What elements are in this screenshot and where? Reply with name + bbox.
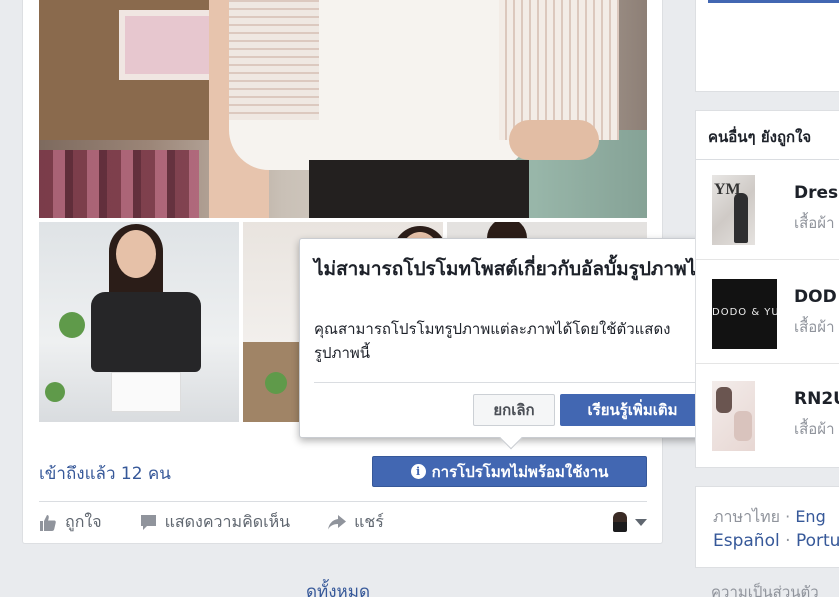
info-icon: i bbox=[410, 464, 426, 479]
suggested-page-item[interactable]: DODO & YU DOD เสื้อผ้า bbox=[696, 279, 839, 364]
page-category: เสื้อผ้า bbox=[794, 420, 835, 438]
popover-divider bbox=[314, 382, 706, 383]
promotion-unavailable-button[interactable]: i การโปรโมทไม่พร้อมใช้งาน bbox=[372, 456, 647, 487]
page-name[interactable]: DOD bbox=[794, 287, 837, 307]
post-actions: ถูกใจ แสดงความคิดเห็น แชร์ bbox=[39, 505, 647, 539]
comment-button[interactable]: แสดงความคิดเห็น bbox=[140, 510, 291, 535]
page-name[interactable]: Dres bbox=[794, 183, 838, 203]
suggested-pages-header: คนอื่นๆ ยังถูกใจ bbox=[708, 128, 812, 146]
cancel-button[interactable]: ยกเลิก bbox=[473, 394, 555, 426]
language-current: ภาษาไทย bbox=[713, 507, 781, 526]
popover-body: คุณสามารถโปรโมทรูปภาพแต่ละภาพได้โดยใช้ตั… bbox=[314, 320, 671, 362]
see-all-link[interactable]: ดูทั้งหมด bbox=[306, 578, 370, 597]
album-photo-1[interactable] bbox=[39, 222, 239, 422]
page-category: เสื้อผ้า bbox=[794, 214, 835, 232]
privacy-link[interactable]: ความเป็นส่วนตัว bbox=[711, 580, 819, 597]
language-box: ภาษาไทย · Eng Español · Portu bbox=[695, 486, 839, 568]
suggested-pages-box: คนอื่นๆ ยังถูกใจ YM Dres เสื้อผ้า DODO &… bbox=[695, 110, 839, 468]
share-button[interactable]: แชร์ bbox=[328, 510, 384, 535]
right-top-box bbox=[695, 0, 839, 92]
language-espanol-link[interactable]: Español bbox=[713, 531, 780, 551]
album-main-photo[interactable] bbox=[39, 0, 647, 218]
comment-label: แสดงความคิดเห็น bbox=[164, 511, 291, 531]
post-as-selector[interactable] bbox=[613, 512, 647, 532]
like-button[interactable]: ถูกใจ bbox=[39, 510, 102, 535]
page-name[interactable]: RN2U bbox=[794, 389, 839, 409]
language-row-1: ภาษาไทย · Eng bbox=[713, 507, 826, 526]
page-thumbnail[interactable]: YM bbox=[712, 175, 755, 245]
page-category: เสื้อผ้า bbox=[794, 318, 835, 336]
suggested-page-item[interactable]: RN2U เสื้อผ้า bbox=[712, 381, 839, 453]
share-label: แชร์ bbox=[354, 511, 384, 531]
chevron-down-icon bbox=[635, 518, 647, 526]
actions-divider bbox=[39, 501, 647, 502]
suggested-page-item[interactable]: YM Dres เสื้อผ้า bbox=[696, 175, 839, 260]
popover-title: ไม่สามารถโปรโมทโพสต์เกี่ยวกับอัลบั้มรูปภ… bbox=[314, 258, 709, 280]
share-icon bbox=[328, 514, 347, 530]
language-english-link[interactable]: Eng bbox=[795, 507, 825, 526]
language-portugues-link[interactable]: Portu bbox=[796, 531, 839, 551]
language-row-2: Español · Portu bbox=[713, 531, 839, 551]
promotion-button-label: การโปรโมทไม่พร้อมใช้งาน bbox=[431, 462, 609, 481]
learn-more-button[interactable]: เรียนรู้เพิ่มเติม bbox=[560, 394, 705, 426]
page-thumbnail[interactable] bbox=[712, 381, 755, 451]
like-label: ถูกใจ bbox=[65, 511, 102, 531]
avatar bbox=[613, 512, 627, 532]
comment-icon bbox=[140, 514, 157, 531]
thumbs-up-icon bbox=[39, 514, 57, 531]
page-thumbnail[interactable]: DODO & YU bbox=[712, 279, 777, 349]
reach-count[interactable]: เข้าถึงแล้ว 12 คน bbox=[39, 460, 171, 487]
promotion-unavailable-popover: ไม่สามารถโปรโมทโพสต์เกี่ยวกับอัลบั้มรูปภ… bbox=[299, 238, 719, 450]
